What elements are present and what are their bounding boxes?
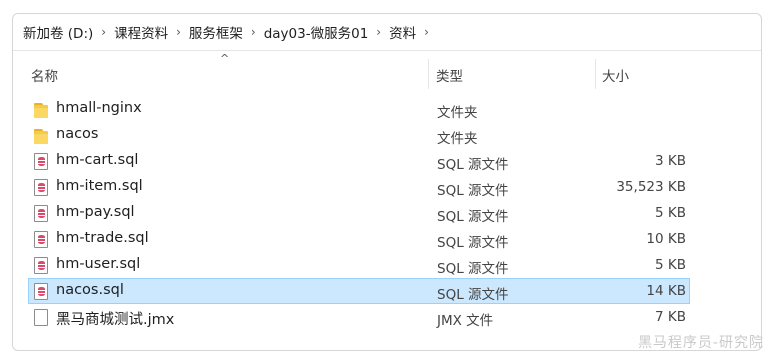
file-row[interactable]: 黑马商城测试.jmx JMX 文件 7 KB (28, 304, 690, 330)
sql-file-icon (34, 231, 48, 248)
file-type: SQL 源文件 (437, 235, 509, 251)
chevron-right-icon[interactable]: › (376, 25, 381, 39)
breadcrumb-service-framework[interactable]: 服务框架 (187, 22, 245, 42)
file-type: SQL 源文件 (437, 261, 509, 277)
file-name: hm-cart.sql (56, 152, 139, 168)
file-row[interactable]: nacos 文件夹 (28, 122, 690, 148)
breadcrumb-drive[interactable]: 新加卷 (D:) (21, 22, 95, 42)
file-type: 文件夹 (437, 105, 478, 121)
sql-file-icon (34, 153, 48, 170)
column-header-name[interactable]: 名称 (31, 65, 58, 85)
file-size: 3 KB (655, 153, 686, 169)
file-icon (34, 309, 48, 326)
chevron-right-icon[interactable]: › (176, 25, 181, 39)
file-size: 35,523 KB (616, 179, 686, 195)
file-name: hmall-nginx (56, 100, 142, 116)
sql-file-icon (34, 179, 48, 196)
file-size: 10 KB (646, 231, 686, 247)
file-size: 7 KB (655, 309, 686, 325)
chevron-right-icon[interactable]: › (251, 25, 256, 39)
file-row[interactable]: hm-item.sql SQL 源文件 35,523 KB (28, 174, 690, 200)
file-row[interactable]: hm-user.sql SQL 源文件 5 KB (28, 252, 690, 278)
explorer-window: 新加卷 (D:) › 课程资料 › 服务框架 › day03-微服务01 › 资… (12, 13, 762, 351)
column-header-size[interactable]: 大小 (602, 65, 629, 85)
file-name: hm-item.sql (56, 178, 143, 194)
file-type: SQL 源文件 (437, 209, 509, 225)
folder-icon (34, 103, 48, 120)
file-name: hm-pay.sql (56, 204, 135, 220)
file-size: 5 KB (655, 205, 686, 221)
sql-file-icon (34, 257, 48, 274)
file-size: 14 KB (646, 283, 686, 299)
breadcrumb-materials[interactable]: 资料 (387, 22, 418, 42)
file-size: 5 KB (655, 257, 686, 273)
file-type: SQL 源文件 (437, 287, 509, 303)
chevron-right-icon[interactable]: › (101, 25, 106, 39)
sql-file-icon (34, 205, 48, 222)
breadcrumb: 新加卷 (D:) › 课程资料 › 服务框架 › day03-微服务01 › 资… (13, 14, 761, 51)
file-name: hm-user.sql (56, 256, 141, 272)
column-header-type[interactable]: 类型 (436, 65, 463, 85)
file-name: hm-trade.sql (56, 230, 149, 246)
file-type: JMX 文件 (437, 313, 494, 329)
file-type: SQL 源文件 (437, 157, 509, 173)
file-row[interactable]: hm-cart.sql SQL 源文件 3 KB (28, 148, 690, 174)
file-row[interactable]: hm-pay.sql SQL 源文件 5 KB (28, 200, 690, 226)
file-row[interactable]: hmall-nginx 文件夹 (28, 96, 690, 122)
sort-ascending-icon: ^ (220, 52, 230, 65)
file-row-selected[interactable]: nacos.sql SQL 源文件 14 KB (28, 278, 690, 304)
sql-file-icon (34, 283, 48, 300)
breadcrumb-day03[interactable]: day03-微服务01 (262, 22, 371, 42)
column-header-row: ^ 名称 类型 大小 (13, 52, 761, 89)
file-type: 文件夹 (437, 131, 478, 147)
folder-icon (34, 129, 48, 146)
watermark: 黑马程序员-研究院 (637, 335, 764, 351)
column-divider[interactable] (595, 59, 596, 89)
column-divider[interactable] (428, 59, 429, 89)
file-name: nacos (56, 126, 99, 142)
file-name: 黑马商城测试.jmx (56, 312, 175, 328)
file-type: SQL 源文件 (437, 183, 509, 199)
breadcrumb-course-materials[interactable]: 课程资料 (112, 22, 170, 42)
file-row[interactable]: hm-trade.sql SQL 源文件 10 KB (28, 226, 690, 252)
chevron-right-icon[interactable]: › (424, 25, 429, 39)
file-name: nacos.sql (56, 282, 124, 298)
